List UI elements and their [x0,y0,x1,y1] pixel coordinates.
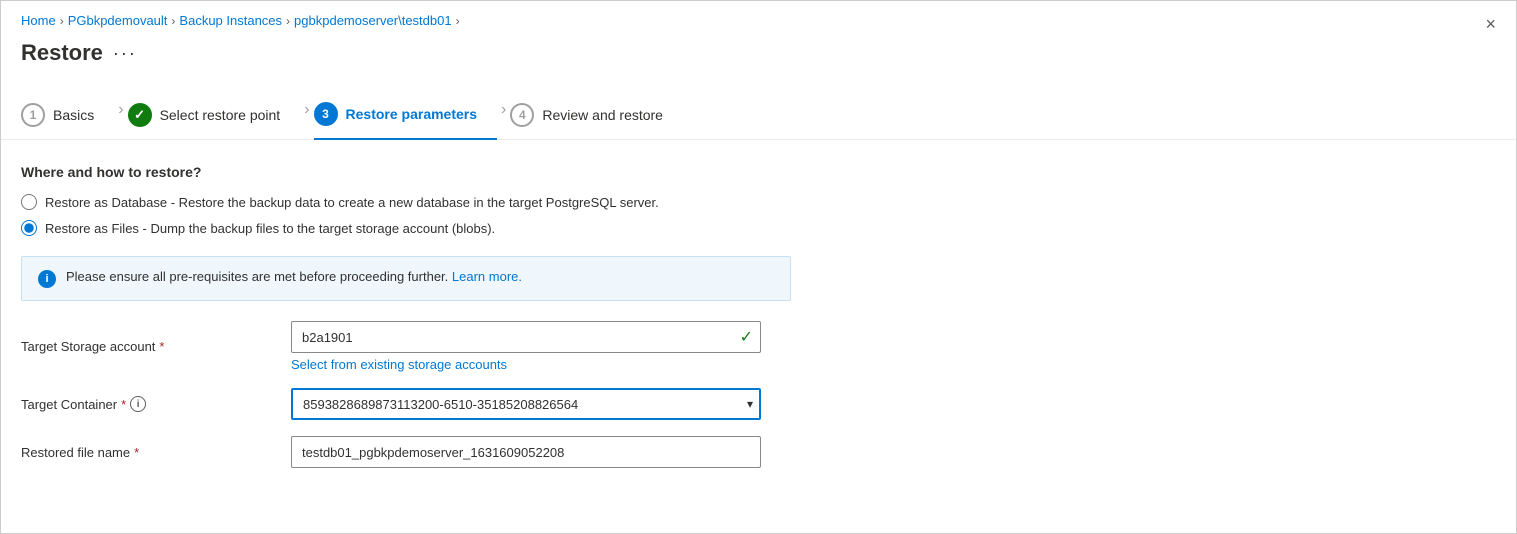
info-circle-container[interactable]: i [130,396,146,412]
radio-label-restore-database: Restore as Database - Restore the backup… [45,195,659,210]
step-label-restore-params: Restore parameters [346,106,478,122]
content-area: Where and how to restore? Restore as Dat… [1,140,1516,504]
label-target-container: Target Container * i [21,396,291,412]
tab-basics[interactable]: 1 Basics [21,93,114,139]
radio-input-restore-database[interactable] [21,194,37,210]
select-wrapper-container: 8593828689873113200-6510-35185208826564 … [291,388,761,420]
select-storage-link[interactable]: Select from existing storage accounts [291,357,761,372]
radio-restore-files[interactable]: Restore as Files - Dump the backup files… [21,220,1496,236]
step-sep-2: › [304,101,309,131]
page-header: Restore ··· [1,32,1516,82]
wizard-steps: 1 Basics › ✓ Select restore point › 3 Re… [1,82,1516,140]
step-label-restore-point: Select restore point [160,107,281,123]
form-fields: Target Storage account * ✓ Select from e… [21,321,1496,468]
label-restored-file: Restored file name * [21,445,291,460]
breadcrumb-sep-2: › [171,14,175,28]
form-row-restored-file: Restored file name * [21,436,1496,468]
target-container-select[interactable]: 8593828689873113200-6510-35185208826564 [291,388,761,420]
step-label-review: Review and restore [542,107,663,123]
check-icon-storage: ✓ [740,327,753,347]
breadcrumb-home[interactable]: Home [21,13,56,28]
step-sep-3: › [501,101,506,131]
input-with-check-storage: ✓ [291,321,761,353]
section-title: Where and how to restore? [21,164,1496,180]
more-options-button[interactable]: ··· [113,43,137,64]
step-indicator-review: 4 [510,103,534,127]
breadcrumb-vault[interactable]: PGbkpdemovault [68,13,168,28]
required-star-container: * [121,397,126,412]
radio-label-restore-files: Restore as Files - Dump the backup files… [45,221,495,236]
step-indicator-basics: 1 [21,103,45,127]
required-star-storage: * [159,339,164,354]
radio-restore-database[interactable]: Restore as Database - Restore the backup… [21,194,1496,210]
form-row-target-container: Target Container * i 8593828689873113200… [21,388,1496,420]
learn-more-link[interactable]: Learn more. [452,269,522,284]
step-sep-1: › [118,101,123,131]
info-text: Please ensure all pre-requisites are met… [66,269,522,284]
step-indicator-restore-params: 3 [314,102,338,126]
restored-file-name-input[interactable] [291,436,761,468]
tab-select-restore-point[interactable]: ✓ Select restore point [128,93,301,139]
field-group-target-storage: ✓ Select from existing storage accounts [291,321,761,372]
form-row-target-storage: Target Storage account * ✓ Select from e… [21,321,1496,372]
target-storage-input[interactable] [291,321,761,353]
required-star-file: * [134,445,139,460]
tab-restore-parameters[interactable]: 3 Restore parameters [314,92,498,140]
page-container: Home › PGbkpdemovault › Backup Instances… [1,1,1516,533]
info-banner: i Please ensure all pre-requisites are m… [21,256,791,301]
breadcrumb: Home › PGbkpdemovault › Backup Instances… [1,1,1516,32]
breadcrumb-sep-3: › [286,14,290,28]
step-indicator-restore-point: ✓ [128,103,152,127]
breadcrumb-server[interactable]: pgbkpdemoserver\testdb01 [294,13,452,28]
breadcrumb-sep-4: › [456,14,460,28]
label-target-storage: Target Storage account * [21,339,291,354]
restore-type-radio-group: Restore as Database - Restore the backup… [21,194,1496,236]
tab-review-restore[interactable]: 4 Review and restore [510,93,683,139]
close-button[interactable]: × [1485,15,1496,33]
breadcrumb-backup-instances[interactable]: Backup Instances [179,13,282,28]
page-title: Restore [21,40,103,66]
radio-input-restore-files[interactable] [21,220,37,236]
info-icon: i [38,270,56,288]
step-label-basics: Basics [53,107,94,123]
breadcrumb-sep-1: › [60,14,64,28]
